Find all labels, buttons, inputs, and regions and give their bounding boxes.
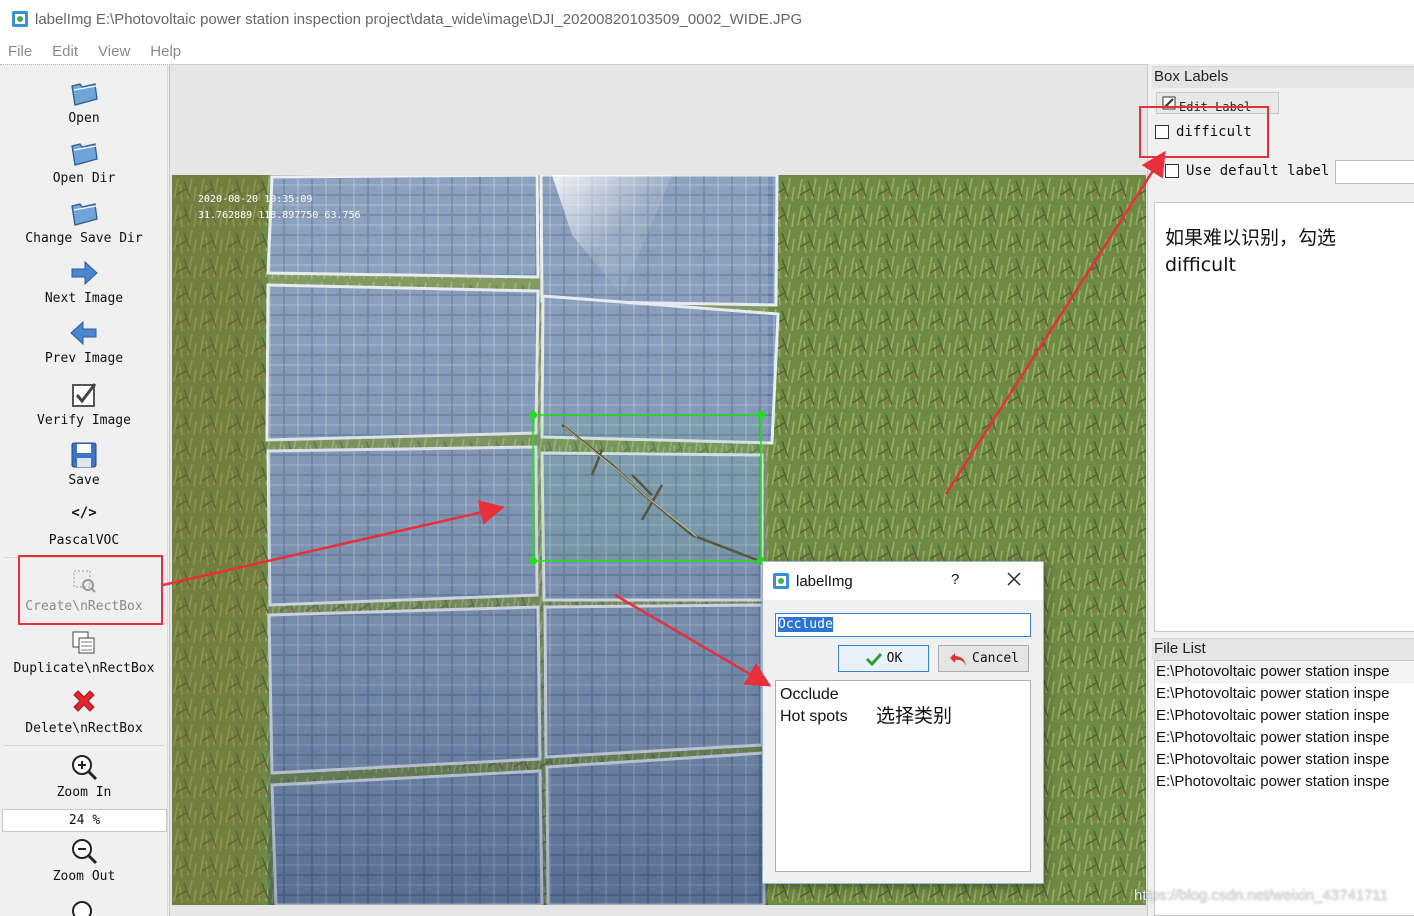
difficult-checkbox[interactable]: difficult [1155,124,1252,140]
zoom-out-label: Zoom Out [52,869,116,884]
undo-arrow-icon [950,652,967,666]
labelimg-app-icon [12,11,28,27]
file-list-item[interactable]: E:\Photovoltaic power station inspe [1155,727,1414,749]
zoom-out-icon [72,839,98,865]
duplicate-rectbox-button[interactable]: Duplicate\nRectBox [0,627,168,676]
zoom-out-button[interactable]: Zoom Out [0,835,168,884]
dialog-title-bar: labelImg [763,562,1043,600]
bounding-box[interactable] [529,411,765,565]
ok-label: OK [886,651,903,666]
file-list-item[interactable]: E:\Photovoltaic power station inspe [1155,771,1414,793]
arrow-right-icon [71,260,98,286]
edit-label-text: Edit Label [1179,100,1252,114]
prev-image-button[interactable]: Prev Image [0,317,168,366]
checkbox-check-icon [72,383,97,407]
ok-button[interactable]: OK [838,645,929,672]
labelimg-app-icon [773,573,789,589]
floppy-disk-icon [71,442,97,468]
menu-file[interactable]: File [8,43,32,60]
label-options-list[interactable]: Occlude Hot spots 选择类别 [775,680,1031,872]
close-icon[interactable] [1005,570,1023,588]
toolbar-divider [4,745,164,746]
default-label-input[interactable] [1335,160,1414,184]
select-category-note: 选择类别 [876,705,953,727]
file-list-item[interactable]: E:\Photovoltaic power station inspe [1155,705,1414,727]
zoom-value-field[interactable]: 24 % [2,809,167,832]
right-dock: Box Labels Edit Label difficult Use defa… [1147,64,1414,916]
delete-rectbox-button[interactable]: Delete\nRectBox [0,687,168,736]
zoom-fit-icon [72,901,92,916]
box-labels-title: Box Labels [1154,68,1229,85]
file-list[interactable]: E:\Photovoltaic power station inspe E:\P… [1154,660,1414,916]
pencil-icon [1162,96,1176,110]
folder-open-icon [71,83,98,106]
difficult-label: difficult [1176,124,1252,140]
code-tag-icon: </> [71,505,97,521]
open-dir-label: Open Dir [52,171,116,186]
zoom-in-label: Zoom In [56,785,112,800]
use-default-label-text: Use default label [1186,163,1330,179]
dialog-title: labelImg [796,572,853,590]
difficult-checkbox-box[interactable] [1155,125,1169,139]
menu-help[interactable]: Help [150,43,181,60]
folder-open-icon [71,203,98,226]
format-toggle-button[interactable]: </> PascalVOC [0,505,168,548]
delete-x-icon [73,690,95,712]
folder-open-icon [71,143,98,166]
change-save-dir-button[interactable]: Change Save Dir [0,197,168,246]
next-image-button[interactable]: Next Image [0,257,168,306]
zoom-in-button[interactable]: Zoom In [0,751,168,800]
open-dir-button[interactable]: Open Dir [0,137,168,186]
dialog-help-button[interactable]: ? [951,571,959,588]
verify-image-label: Verify Image [37,413,131,428]
use-default-label-checkbox-box[interactable] [1165,164,1179,178]
checkmark-icon [865,652,882,666]
photo-coordinates: 31.762889 118.897750 63.756 [198,210,361,221]
create-rectbox-label: Create\nRectBox [25,599,143,614]
use-default-label-checkbox[interactable]: Use default label [1165,163,1329,179]
menu-view[interactable]: View [98,43,130,60]
duplicate-icon [72,631,95,654]
duplicate-rectbox-label: Duplicate\nRectBox [13,661,155,676]
label-name-input[interactable]: Occlude [775,613,1031,637]
verify-image-button[interactable]: Verify Image [0,379,168,428]
next-image-label: Next Image [44,291,124,306]
change-save-dir-label: Change Save Dir [25,231,143,246]
toolbar-divider [4,557,164,558]
label-dialog: labelImg ? Occlude OK Cancel Occlude Hot… [762,561,1044,884]
photo-timestamp: 2020-08-20 10:35:09 [198,194,312,205]
open-label: Open [68,111,100,126]
label-name-selected-text: Occlude [778,617,833,632]
open-button[interactable]: Open [0,77,168,126]
zoom-in-icon [72,755,98,781]
title-bar: labelImg E:\Photovoltaic power station i… [0,0,1414,38]
csdn-watermark: https://blog.csdn.net/weixin_43741711 [1134,887,1389,904]
file-list-item[interactable]: E:\Photovoltaic power station inspe [1155,749,1414,771]
cancel-label: Cancel [972,651,1019,666]
file-list-title: File List [1154,640,1206,657]
file-list-item[interactable]: E:\Photovoltaic power station inspe [1155,683,1414,705]
arrow-left-icon [70,320,97,346]
labelimg-window: labelImg E:\Photovoltaic power station i… [0,0,1414,916]
label-list[interactable]: 如果难以识别，勾选difficult [1154,202,1414,632]
window-title: labelImg E:\Photovoltaic power station i… [35,10,803,28]
format-label: PascalVOC [48,533,120,548]
create-box-icon [73,570,96,593]
difficult-annotation-note: 如果难以识别，勾选difficult [1165,227,1337,276]
save-label: Save [68,473,100,488]
menu-bar: File Edit View Help [0,38,1414,64]
save-button[interactable]: Save [0,439,168,488]
fit-window-button[interactable] [0,897,168,916]
menu-edit[interactable]: Edit [52,43,78,60]
create-rectbox-button[interactable]: Create\nRectBox [0,565,168,614]
edit-label-button[interactable]: Edit Label [1156,92,1279,114]
file-list-item[interactable]: E:\Photovoltaic power station inspe [1155,661,1414,683]
delete-rectbox-label: Delete\nRectBox [25,721,143,736]
prev-image-label: Prev Image [44,351,124,366]
left-toolbar: Open Open Dir Change Save Dir Next Image… [0,64,168,916]
cancel-button[interactable]: Cancel [938,645,1029,672]
